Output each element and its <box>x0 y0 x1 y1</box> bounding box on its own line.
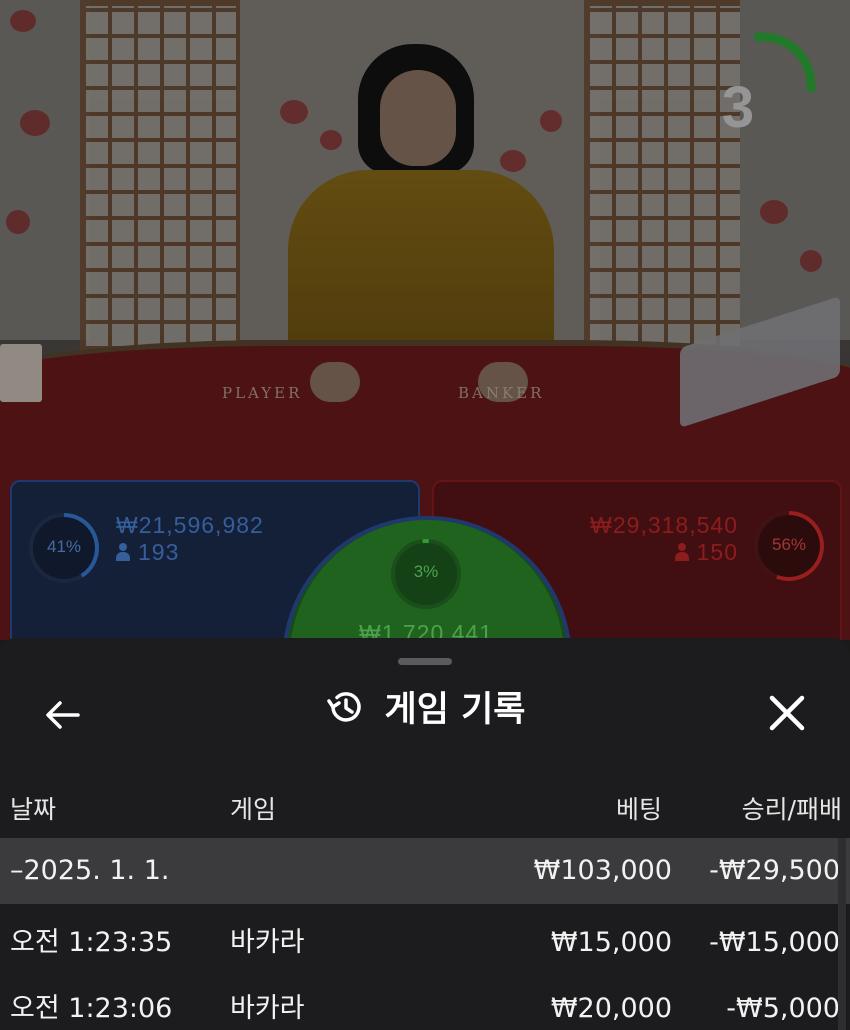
column-header-bet: 베팅 <box>615 795 662 824</box>
scrollbar[interactable] <box>838 838 846 1030</box>
game-history-sheet: 게임 기록 날짜 게임 베팅 승리/패배 –2025. 1. 1. ₩103,0… <box>0 638 850 1030</box>
date-group-row[interactable]: –2025. 1. 1. ₩103,000 -₩29,500 <box>0 838 850 904</box>
column-header-game: 게임 <box>230 795 277 824</box>
column-header-win-loss: 승리/패배 <box>741 795 842 824</box>
date-group-bet-total: ₩103,000 <box>533 855 672 886</box>
column-header-date: 날짜 <box>10 795 57 824</box>
close-button[interactable] <box>762 688 812 738</box>
row-game: 바카라 <box>230 927 305 958</box>
history-row[interactable]: 오전 1:23:35 바카라 ₩15,000 -₩15,000 <box>0 910 850 976</box>
row-win-loss: -₩5,000 <box>726 993 840 1024</box>
date-group-date: –2025. 1. 1. <box>10 855 170 886</box>
date-group-win-loss-total: -₩29,500 <box>709 855 840 886</box>
sheet-header: 게임 기록 <box>0 684 850 736</box>
row-bet: ₩20,000 <box>550 993 672 1024</box>
sheet-drag-handle[interactable] <box>398 658 452 665</box>
sheet-title: 게임 기록 <box>384 690 526 730</box>
modal-backdrop[interactable] <box>0 0 850 640</box>
close-icon <box>769 695 805 731</box>
row-game: 바카라 <box>230 993 305 1024</box>
row-time: 오전 1:23:06 <box>10 993 173 1024</box>
row-time: 오전 1:23:35 <box>10 927 173 958</box>
history-row[interactable]: 오전 1:23:06 바카라 ₩20,000 -₩5,000 <box>0 976 850 1030</box>
row-bet: ₩15,000 <box>550 927 672 958</box>
row-win-loss: -₩15,000 <box>709 927 840 958</box>
history-icon <box>326 692 361 722</box>
